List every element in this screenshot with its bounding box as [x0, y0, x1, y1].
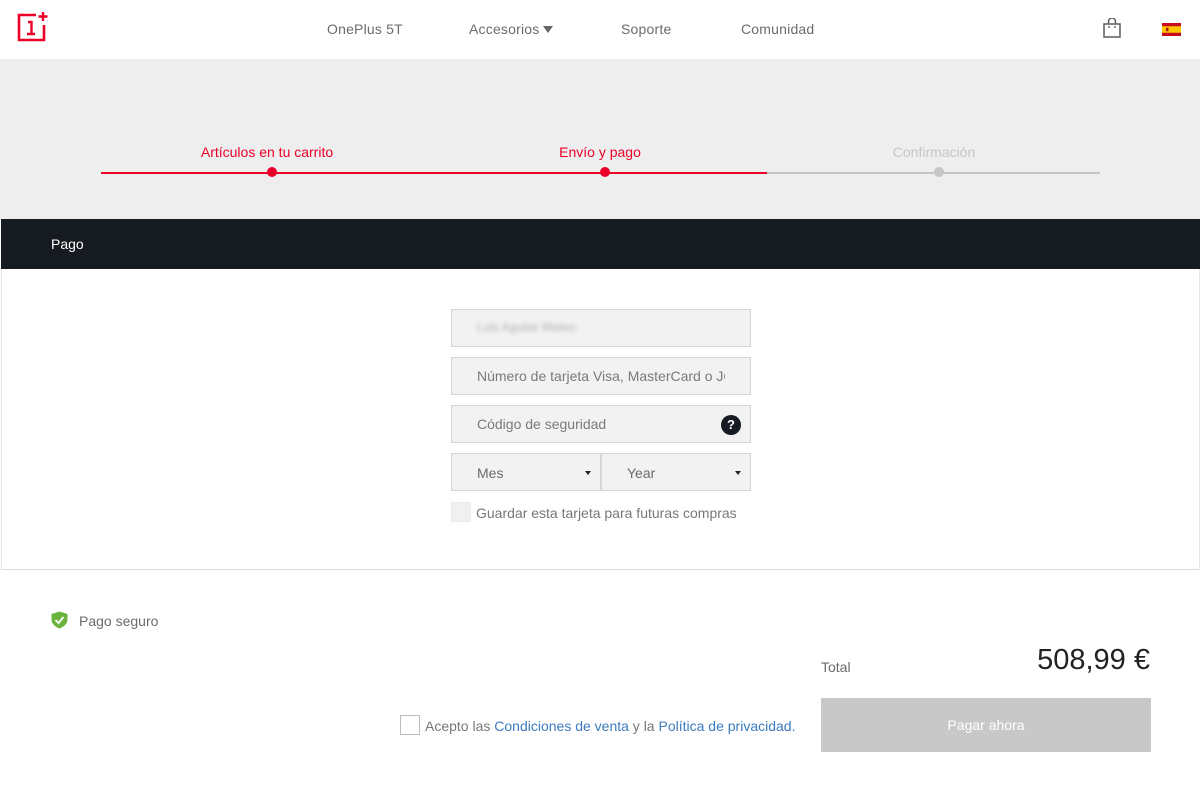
spain-flag-icon[interactable] — [1162, 23, 1181, 36]
cardholder-name-field[interactable]: Luis Aguilar Mateo — [451, 309, 751, 347]
terms-middle: y la — [628, 718, 659, 734]
pay-now-button[interactable]: Pagar ahora — [821, 698, 1151, 752]
step-shipping-payment-label: Envío y pago — [559, 144, 641, 160]
sales-conditions-link[interactable]: Condiciones de venta — [494, 718, 629, 734]
secure-payment-label: Pago seguro — [79, 613, 159, 629]
step-cart-dot — [267, 167, 277, 177]
shopping-bag-icon[interactable] — [1103, 18, 1121, 38]
month-select[interactable]: Mes — [451, 453, 601, 491]
total-amount: 508,99 € — [1037, 644, 1150, 676]
nav-comunidad[interactable]: Comunidad — [741, 21, 814, 37]
terms-suffix: . — [791, 718, 796, 734]
secure-shield-icon — [51, 611, 68, 629]
security-code-field[interactable]: ? — [451, 405, 751, 443]
accept-terms-checkbox[interactable] — [400, 715, 420, 735]
nav-accesorios[interactable]: Accesorios — [469, 21, 554, 37]
cardholder-name-value: Luis Aguilar Mateo — [477, 320, 576, 334]
terms-text: Acepto las Condiciones de venta y la Pol… — [425, 718, 795, 734]
terms-prefix: Acepto las — [425, 718, 495, 734]
step-shipping-payment-dot — [600, 167, 610, 177]
caret-down-icon — [543, 26, 554, 33]
total-label: Total — [821, 659, 851, 675]
caret-down-icon — [735, 471, 741, 475]
save-card-checkbox[interactable] — [451, 502, 471, 522]
step-confirmation-dot — [934, 167, 944, 177]
caret-down-icon — [585, 471, 591, 475]
nav-oneplus-5t[interactable]: OnePlus 5T — [327, 21, 403, 37]
checkout-progress: Artículos en tu carrito Envío y pago Con… — [0, 59, 1200, 219]
help-icon[interactable]: ? — [721, 415, 741, 435]
privacy-policy-link[interactable]: Política de privacidad — [659, 718, 792, 734]
step-cart-label[interactable]: Artículos en tu carrito — [201, 144, 333, 160]
card-number-input[interactable] — [452, 358, 750, 394]
nav-soporte[interactable]: Soporte — [621, 21, 671, 37]
progress-line-completed — [101, 172, 767, 174]
card-number-field[interactable] — [451, 357, 751, 395]
section-header: Pago — [1, 219, 1200, 269]
month-select-label: Mes — [477, 465, 504, 481]
oneplus-logo-icon[interactable] — [17, 12, 49, 42]
year-select-label: Year — [627, 465, 656, 481]
save-card-label: Guardar esta tarjeta para futuras compra… — [476, 505, 737, 521]
step-confirmation-label: Confirmación — [892, 144, 976, 160]
year-select[interactable]: Year — [601, 453, 751, 491]
security-code-input[interactable] — [452, 406, 750, 442]
section-title: Pago — [51, 236, 84, 252]
nav-accesorios-label: Accesorios — [469, 21, 540, 37]
top-header: OnePlus 5T Accesorios Soporte Comunidad — [0, 0, 1200, 59]
